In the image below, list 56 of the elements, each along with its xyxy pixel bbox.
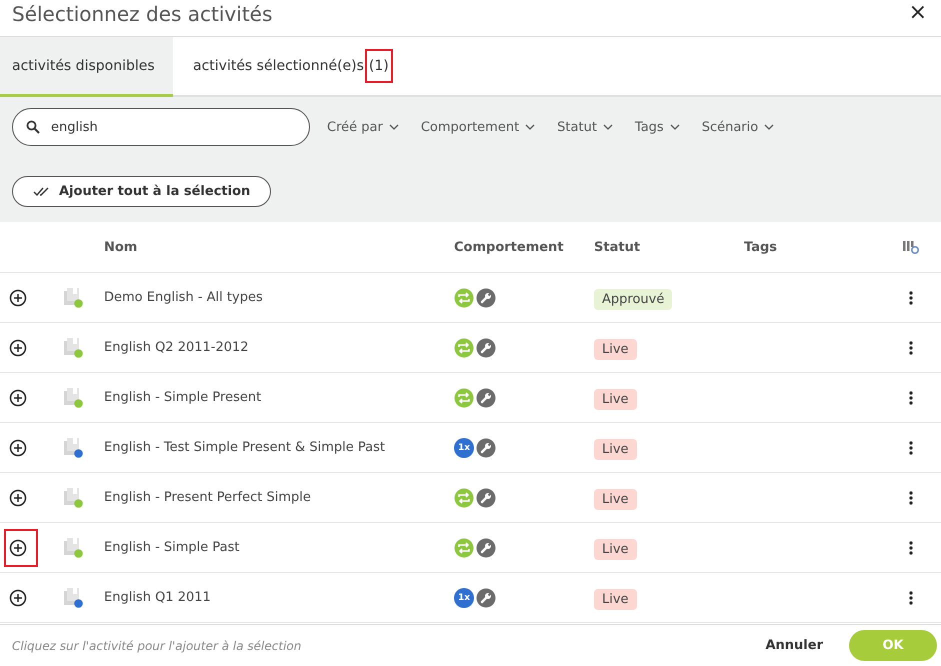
status-badge: Live: [594, 439, 637, 460]
add-all-button[interactable]: Ajouter tout à la sélection: [12, 176, 272, 207]
activity-name[interactable]: English Q2 2011-2012: [104, 340, 454, 355]
column-header: Statut: [594, 240, 642, 254]
dialog-title: Sélectionnez des activités: [12, 2, 272, 26]
filter-dropdown[interactable]: Comportement: [410, 120, 546, 134]
chevron-icon: [670, 124, 680, 130]
filter-dropdown[interactable]: Statut: [546, 120, 624, 134]
tab-count: (1): [364, 49, 393, 83]
single-attempt-badge: 1x: [454, 438, 474, 458]
wrench-icon: [476, 538, 496, 558]
wrench-icon: [476, 438, 496, 458]
filter-dropdown[interactable]: Tags: [624, 120, 691, 134]
wrench-icon: [476, 588, 496, 608]
column-header: Comportement: [454, 240, 565, 254]
more-icon[interactable]: [909, 440, 913, 454]
column-header: Nom: [104, 240, 138, 254]
status-badge: Approuvé: [594, 289, 672, 310]
single-attempt-badge: 1x: [454, 588, 474, 608]
status-badge: Live: [594, 389, 637, 410]
search-field[interactable]: english: [12, 108, 310, 146]
search-icon: [26, 120, 40, 134]
column-header: Tags: [744, 240, 778, 254]
more-icon[interactable]: [909, 290, 913, 304]
activity-name[interactable]: English Q1 2011: [104, 590, 454, 605]
more-icon[interactable]: [909, 340, 913, 354]
activity-name[interactable]: English - Simple Present: [104, 390, 454, 405]
status-badge: Live: [594, 489, 637, 510]
wrench-icon: [476, 388, 496, 408]
chevron-icon: [602, 124, 613, 130]
activity-name[interactable]: Demo English - All types: [104, 290, 454, 305]
filter-dropdown[interactable]: Créé par: [316, 120, 410, 134]
close-button[interactable]: ×: [902, 0, 933, 26]
hint-text: Cliquez sur l'activité pour l'ajouter à la sélection: [12, 638, 302, 652]
status-badge: Live: [594, 539, 637, 560]
wrench-icon: [476, 488, 496, 508]
activity-name[interactable]: English - Present Perfect Simple: [104, 490, 454, 505]
wrench-icon: [476, 288, 496, 308]
wrench-icon: [476, 338, 496, 358]
status-badge: Live: [594, 339, 637, 360]
activity-name[interactable]: English - Test Simple Present & Simple Past: [104, 440, 454, 455]
add-icon[interactable]: [4, 528, 38, 566]
double-check-icon: [33, 186, 51, 196]
activity-name[interactable]: English - Simple Past: [104, 540, 454, 555]
chevron-icon: [764, 124, 774, 130]
filter-dropdown[interactable]: Scénario: [690, 120, 786, 134]
tab[interactable]: activités disponibles: [0, 37, 173, 97]
more-icon[interactable]: [909, 590, 913, 604]
status-badge: Live: [594, 589, 637, 610]
more-icon[interactable]: [909, 490, 913, 504]
chevron-icon: [525, 124, 536, 130]
more-icon[interactable]: [909, 540, 913, 554]
column-settings-icon[interactable]: [903, 240, 919, 254]
more-icon[interactable]: [909, 390, 913, 404]
chevron-icon: [388, 124, 399, 130]
cancel-button[interactable]: Annuler: [759, 637, 829, 654]
